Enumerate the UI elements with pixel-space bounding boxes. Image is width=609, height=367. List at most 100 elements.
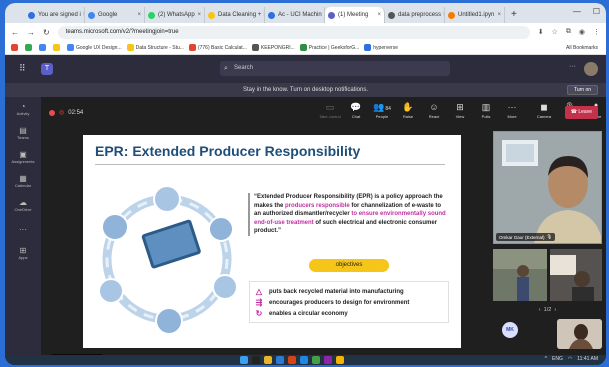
bookmark-favicon-icon bbox=[25, 44, 32, 51]
profile-icon[interactable]: ◉ bbox=[579, 28, 585, 36]
app-launcher-icon[interactable]: ⠿ bbox=[19, 63, 26, 74]
bookmark-item[interactable] bbox=[11, 44, 20, 51]
language-indicator[interactable]: ENG bbox=[552, 356, 563, 362]
meeting-stage: EPR: Extended Producer Responsibility “E… bbox=[41, 127, 606, 365]
tray-chevron-icon[interactable]: ^ bbox=[545, 356, 547, 362]
bookmark-item[interactable]: hyperverse bbox=[364, 44, 398, 51]
control-icon: ✋ bbox=[402, 102, 414, 112]
rail-label: Assignments bbox=[11, 159, 35, 164]
browser-tab[interactable]: Google × bbox=[85, 7, 145, 23]
rail-label: OneDrive bbox=[14, 207, 32, 212]
menu-icon[interactable]: ⋮ bbox=[593, 28, 600, 36]
rail-item[interactable]: ▦ Calendar bbox=[5, 169, 41, 193]
url-field[interactable]: teams.microsoft.com/v2/?meetingjoin=true bbox=[57, 25, 530, 39]
search-box[interactable]: ⌕ Search bbox=[220, 61, 450, 76]
control-people[interactable]: 👥84 People bbox=[369, 101, 395, 119]
tab-close-icon[interactable]: × bbox=[195, 12, 201, 18]
bookmark-item[interactable] bbox=[25, 44, 34, 51]
taskbar-app-icon[interactable] bbox=[252, 356, 260, 364]
self-avatar[interactable]: MK bbox=[502, 322, 518, 338]
meeting-toolbar: ◎ 02:54 ▭ Take control 💬 Chat 👥84 People ✋ Rais… bbox=[41, 97, 606, 127]
browser-tab[interactable]: (2) WhatsApp × bbox=[145, 7, 205, 23]
speaker-video-tile[interactable]: Omkar Gaur (External) 🎙 bbox=[493, 131, 602, 244]
bookmark-favicon-icon bbox=[126, 44, 134, 51]
taskbar-app-icon[interactable] bbox=[300, 356, 308, 364]
minimize-icon[interactable]: — bbox=[573, 7, 581, 16]
control-icon: ⊞ bbox=[456, 102, 464, 112]
rail-item[interactable]: ··· bbox=[5, 217, 41, 241]
clock[interactable]: 11:41 AM bbox=[577, 356, 598, 362]
turn-on-button[interactable]: Turn on bbox=[566, 85, 598, 95]
control-chat[interactable]: 💬 Chat bbox=[343, 101, 369, 119]
tab-close-icon[interactable]: × bbox=[135, 12, 141, 18]
bookmark-item[interactable]: (776) Basic Calculat... bbox=[188, 44, 247, 51]
participant-tile[interactable] bbox=[550, 249, 602, 301]
back-icon[interactable]: ← bbox=[11, 28, 19, 37]
wifi-icon[interactable]: ◠ bbox=[568, 356, 572, 362]
control-take-control[interactable]: ▭ Take control bbox=[317, 101, 343, 119]
new-tab-button[interactable]: + bbox=[505, 7, 523, 23]
tab-favicon-icon bbox=[268, 11, 275, 19]
leave-button[interactable]: ☎ Leave bbox=[564, 106, 598, 119]
self-video-tile[interactable] bbox=[557, 319, 602, 349]
taskbar-app-icon[interactable] bbox=[324, 356, 332, 364]
maximize-icon[interactable]: ☐ bbox=[593, 7, 600, 16]
forward-icon[interactable]: → bbox=[27, 28, 35, 37]
reload-icon[interactable]: ↻ bbox=[43, 28, 50, 37]
tab-favicon-icon bbox=[148, 11, 155, 19]
bookmark-item[interactable]: Google UX Design... bbox=[67, 44, 122, 51]
quote-highlight: producers responsible bbox=[285, 202, 350, 209]
meeting-controls: ▭ Take control 💬 Chat 👥84 People ✋ Raise ☺ React ⊞… bbox=[317, 101, 606, 119]
rail-item[interactable]: ▣ Assignments bbox=[5, 145, 41, 169]
user-avatar[interactable] bbox=[584, 62, 598, 76]
taskbar-app-icon[interactable] bbox=[336, 356, 344, 364]
extensions-icon[interactable]: ⧉ bbox=[566, 28, 571, 36]
control-camera[interactable]: ◼ Camera bbox=[531, 101, 557, 119]
taskbar-app-icon[interactable] bbox=[240, 356, 248, 364]
rail-icon: ◔ bbox=[20, 102, 26, 111]
rail-item[interactable]: ◔ Activity bbox=[5, 97, 41, 121]
rail-item[interactable]: ⊞ Apps bbox=[5, 241, 41, 265]
control-label: Chat bbox=[351, 114, 361, 119]
more-options-icon[interactable]: ··· bbox=[569, 63, 576, 70]
bookmark-label: (776) Basic Calculat... bbox=[197, 44, 247, 51]
star-icon[interactable]: ☆ bbox=[552, 28, 558, 36]
gallery-pager[interactable]: ‹ 1/2 › bbox=[493, 305, 602, 315]
bookmark-label: Google UX Design... bbox=[76, 44, 122, 51]
rail-item[interactable]: ☁ OneDrive bbox=[5, 193, 41, 217]
download-icon[interactable]: ⬇ bbox=[538, 28, 544, 36]
bookmark-item[interactable]: Data Structure - Stu... bbox=[126, 44, 184, 51]
system-tray: ^ ENG ◠ 11:41 AM bbox=[545, 356, 598, 362]
participant-tile[interactable] bbox=[493, 249, 547, 301]
taskbar-app-icon[interactable] bbox=[288, 356, 296, 364]
tab-favicon-icon bbox=[208, 11, 215, 19]
browser-tab[interactable]: You are signed i× bbox=[25, 7, 85, 23]
bookmark-item[interactable] bbox=[53, 44, 62, 51]
title-divider bbox=[95, 164, 445, 165]
taskbar-app-icon[interactable] bbox=[276, 356, 284, 364]
taskbar-app-icon[interactable] bbox=[264, 356, 272, 364]
browser-tab[interactable]: (1) Meeting × bbox=[325, 7, 385, 23]
all-bookmarks[interactable]: All Bookmarks bbox=[566, 45, 606, 51]
browser-tab[interactable]: data preprocess× bbox=[385, 7, 445, 23]
tablet-illustration bbox=[141, 219, 201, 269]
browser-tab[interactable]: Ac - UCI Machin× bbox=[265, 7, 325, 23]
control-more[interactable]: ··· More bbox=[499, 101, 525, 119]
taskbar-app-icon[interactable] bbox=[312, 356, 320, 364]
tab-label: Untitled1.ipyn bbox=[458, 12, 495, 18]
control-raise[interactable]: ✋ Raise bbox=[395, 101, 421, 119]
tab-close-icon[interactable]: × bbox=[375, 12, 381, 18]
control-polls[interactable]: ▥ Polls bbox=[473, 101, 499, 119]
tab-label: Google bbox=[98, 12, 118, 18]
control-react[interactable]: ☺ React bbox=[421, 101, 447, 119]
rail-item[interactable]: ▤ Teams bbox=[5, 121, 41, 145]
epr-cycle-diagram bbox=[98, 185, 238, 335]
bookmark-item[interactable] bbox=[39, 44, 48, 51]
bookmark-item[interactable]: KEEPONGRI... bbox=[251, 44, 295, 51]
control-view[interactable]: ⊞ View bbox=[447, 101, 473, 119]
speaker-video bbox=[494, 132, 601, 243]
browser-tab[interactable]: Untitled1.ipyn × bbox=[445, 7, 505, 23]
browser-tab[interactable]: Data Cleaning +× bbox=[205, 7, 265, 23]
tab-close-icon[interactable]: × bbox=[495, 12, 501, 18]
bookmark-item[interactable]: Practice | GeeksforG... bbox=[299, 44, 359, 51]
